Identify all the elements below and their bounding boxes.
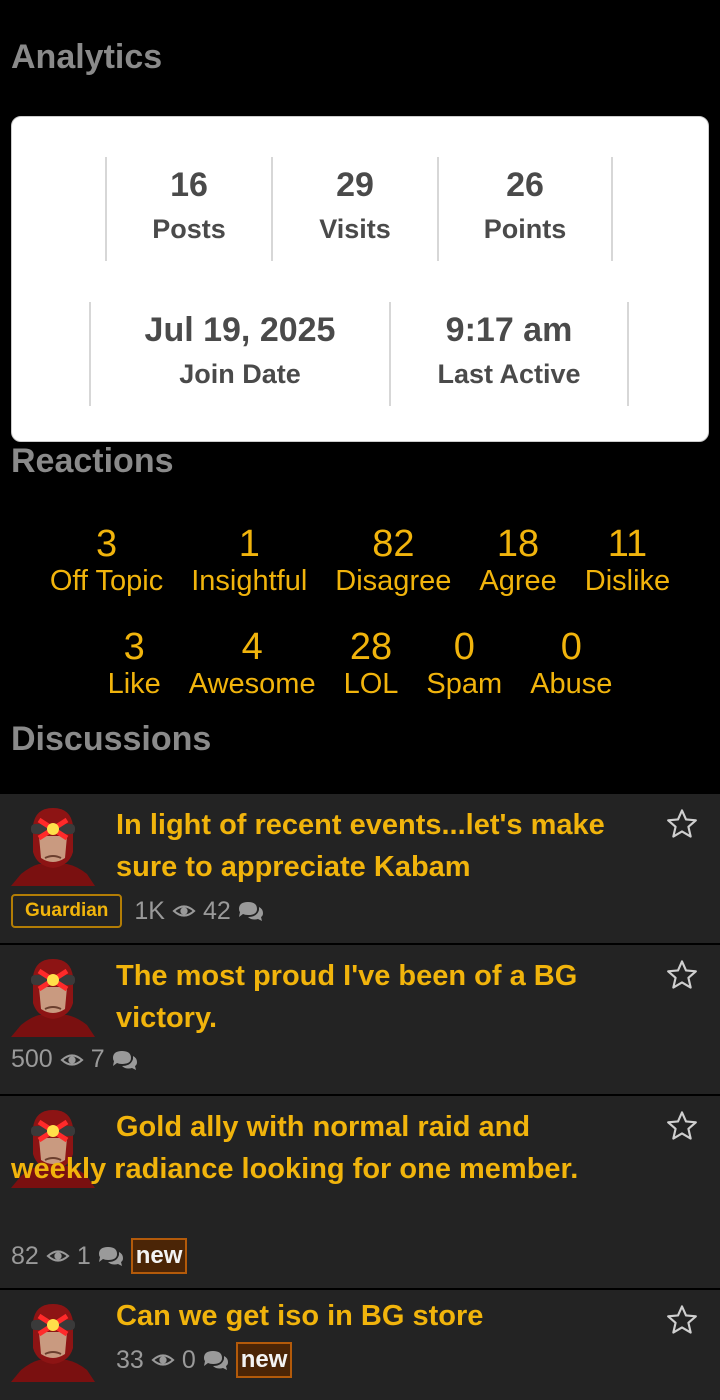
reaction-label: Abuse [530,668,613,700]
reaction-label: Like [107,668,161,700]
discussion-title[interactable]: In light of recent events...let's make s… [116,804,636,888]
stat-label: Visits [319,214,391,244]
stat-label: Posts [152,214,226,244]
comment-count: 0 [181,1345,196,1374]
new-badge: new [130,1238,188,1274]
discussion-item[interactable]: Can we get iso in BG store 33 0 new [0,1290,720,1400]
comment-count: 1 [76,1241,91,1270]
stat-join-date: Jul 19, 2025 Join Date [89,302,389,406]
reaction-count: 0 [453,626,475,668]
eye-icon [150,1349,176,1371]
view-count: 82 [11,1241,39,1270]
reaction-count: 4 [241,626,263,668]
reaction-label: Agree [479,565,557,597]
reaction-like[interactable]: 3 Like [94,625,175,701]
reaction-label: Dislike [584,565,671,597]
stat-last-active: 9:17 am Last Active [389,302,629,406]
analytics-stats-row-2: Jul 19, 2025 Join Date 9:17 am Last Acti… [89,302,629,406]
star-icon[interactable] [666,1304,698,1336]
reaction-dislike[interactable]: 11 Dislike [571,522,684,598]
reaction-lol[interactable]: 28 LOL [330,625,413,701]
stat-label: Points [483,214,567,244]
discussion-meta: 33 0 new [116,1342,293,1378]
view-count: 500 [11,1045,53,1073]
reaction-label: Off Topic [49,565,164,597]
new-badge: new [235,1342,293,1378]
discussion-title[interactable]: Gold ally with normal raid and weekly ra… [11,1106,631,1190]
reaction-spam[interactable]: 0 Spam [412,625,516,701]
view-count: 33 [116,1345,144,1374]
reaction-off-topic[interactable]: 3 Off Topic [36,522,177,598]
reaction-count: 1 [238,523,260,565]
reaction-label: Spam [426,668,503,700]
stat-visits: 29 Visits [271,157,437,261]
reaction-count: 18 [496,523,540,565]
discussion-list: In light of recent events...let's make s… [0,794,720,1400]
comment-count: 42 [203,896,231,925]
reaction-abuse[interactable]: 0 Abuse [516,625,626,701]
eye-icon [59,1049,85,1071]
star-icon[interactable] [666,1110,698,1142]
stat-value: 9:17 am [445,311,573,349]
eye-icon [45,1245,71,1267]
reaction-count: 3 [123,626,145,668]
reaction-agree[interactable]: 18 Agree [465,522,570,598]
comments-icon [237,899,265,923]
reactions-row-1: 3 Off Topic 1 Insightful 82 Disagree 18 … [0,522,720,598]
reactions-heading: Reactions [11,442,174,480]
comments-icon [111,1048,139,1072]
stat-posts: 16 Posts [105,157,271,261]
reaction-label: Disagree [335,565,452,597]
view-count: 1K [134,896,165,925]
reaction-label: Insightful [191,565,308,597]
analytics-card: 16 Posts 29 Visits 26 Points Jul 19, 202… [11,116,709,442]
stat-label: Last Active [437,359,581,389]
discussion-meta: Guardian 1K 42 [11,894,265,928]
author-avatar[interactable] [11,1302,95,1382]
author-avatar[interactable] [11,806,95,886]
reaction-count: 82 [372,523,415,565]
comment-count: 7 [90,1045,105,1073]
reaction-count: 3 [95,523,118,565]
reaction-disagree[interactable]: 82 Disagree [321,522,465,598]
reaction-insightful[interactable]: 1 Insightful [177,522,321,598]
discussion-meta: 82 1 new [11,1238,188,1274]
analytics-heading: Analytics [11,38,163,76]
discussion-item[interactable]: The most proud I've been of a BG victory… [0,945,720,1096]
stat-value: 29 [336,166,374,204]
reaction-count: 0 [560,626,582,668]
comments-icon [202,1348,230,1372]
discussions-heading: Discussions [11,720,212,758]
reaction-label: LOL [343,668,399,700]
comments-icon [97,1244,125,1268]
stat-label: Join Date [179,359,301,389]
stat-value: Jul 19, 2025 [144,311,336,349]
reaction-count: 28 [349,626,393,668]
reactions-row-2: 3 Like 4 Awesome 28 LOL 0 Spam 0 Abuse [0,625,720,701]
eye-icon [171,900,197,922]
stat-value: 26 [506,166,544,204]
discussion-item[interactable]: Gold ally with normal raid and weekly ra… [0,1096,720,1290]
stat-points: 26 Points [437,157,613,261]
discussion-item[interactable]: In light of recent events...let's make s… [0,794,720,945]
stat-value: 16 [170,166,208,204]
star-icon[interactable] [666,959,698,991]
reaction-label: Awesome [188,668,316,700]
discussion-meta: 500 7 [11,1045,139,1074]
reaction-awesome[interactable]: 4 Awesome [175,625,330,701]
reaction-count: 11 [607,523,648,565]
role-badge: Guardian [11,894,123,928]
discussion-title[interactable]: Can we get iso in BG store [116,1295,636,1337]
analytics-stats-row-1: 16 Posts 29 Visits 26 Points [105,157,613,261]
discussion-title[interactable]: The most proud I've been of a BG victory… [116,955,636,1039]
author-avatar[interactable] [11,957,95,1037]
star-icon[interactable] [666,808,698,840]
